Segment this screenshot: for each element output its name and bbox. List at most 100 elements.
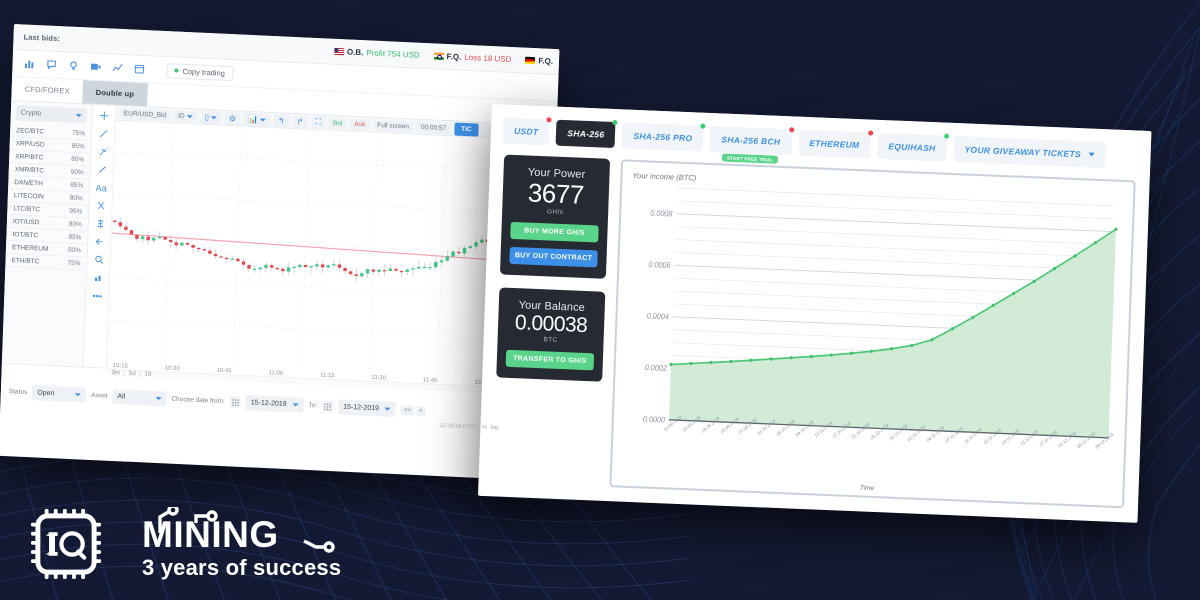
period-option[interactable]: 1d — [139, 370, 152, 378]
tab-double-up[interactable]: Double up — [82, 80, 148, 107]
chevron-down-icon — [155, 396, 162, 401]
status-dot-green-icon — [943, 133, 950, 139]
buy-out-contract-button[interactable]: BUY OUT CONTRACT — [509, 247, 598, 268]
mining-dashboard-window: USDT SHA-256 SHA-256 PRO SHA-256 BCH START F… — [477, 104, 1152, 523]
status-dot-green-icon — [612, 119, 618, 126]
expand-icon[interactable]: ⛶ — [311, 114, 326, 130]
date-to-input[interactable]: 15-12-2019 — [337, 399, 397, 418]
period-option[interactable]: 5d — [123, 369, 136, 377]
scale-percent-toggle[interactable]: % — [482, 424, 487, 430]
status-value: Open — [37, 389, 55, 398]
asset-name: LTC/BTC — [13, 204, 41, 213]
your-balance-card: Your Balance 0.00038 BTC TRANSFER TO GH/… — [496, 287, 606, 383]
asset-name: LITECOIN — [13, 191, 44, 201]
ask-toggle[interactable]: Ask — [350, 118, 370, 131]
bid-toggle[interactable]: Bid — [328, 117, 347, 129]
last-bids-list: O.B. Profit 754 USD F.Q. Loss 18 USD F.Q… — [333, 47, 559, 66]
stats-icon[interactable] — [110, 62, 123, 75]
power-value: 3677 — [527, 177, 585, 210]
buy-more-ghs-button[interactable]: BUY MORE GH/S — [510, 222, 599, 243]
calendar-icon[interactable] — [322, 400, 334, 413]
svg-text:0.0006: 0.0006 — [648, 260, 671, 270]
date-from-label: Choose date from: — [171, 395, 225, 406]
mining-tab-equihash[interactable]: EQUIHASH — [876, 132, 950, 162]
asset-payout: 80% — [71, 155, 85, 163]
zoom-icon[interactable] — [93, 254, 104, 266]
indicators-button[interactable]: 📊 — [243, 112, 271, 127]
chart-icon[interactable] — [22, 57, 35, 70]
power-unit: GH/s — [546, 208, 564, 217]
mining-tab-sha-256[interactable]: SHA-256 — [555, 119, 618, 149]
asset-category-select[interactable]: Crypto — [15, 105, 88, 124]
copy-trading-button[interactable]: Copy trading — [166, 62, 234, 81]
more-options-icon[interactable]: ••• — [92, 290, 103, 302]
status-dot-red-icon — [788, 127, 794, 133]
arrow-left-icon[interactable] — [94, 236, 105, 248]
date-from-input[interactable]: 15-12-2019 — [245, 395, 304, 413]
chat-icon[interactable] — [44, 58, 57, 71]
fullscreen-button[interactable]: Full screen — [373, 119, 414, 133]
brand-name: MINING — [118, 507, 350, 559]
transfer-to-ghs-button[interactable]: TRANSFER TO GH/S — [505, 350, 595, 371]
germany-flag-icon — [525, 56, 536, 65]
income-area-chart[interactable]: 0.0000 0.0002 0.0004 0.0006 0.0008 — [624, 182, 1123, 447]
chart-type-icon[interactable] — [92, 272, 103, 284]
text-icon[interactable]: Aa — [96, 182, 107, 194]
chevron-down-icon — [292, 403, 299, 407]
countdown-timer: 00:00:57 — [416, 121, 451, 134]
crosshair-icon[interactable] — [98, 110, 109, 122]
id-selector[interactable]: ID — [173, 109, 197, 123]
undo-icon[interactable]: ↰ — [273, 113, 289, 128]
tab-cfd-forex[interactable]: CFD/FOREX — [11, 77, 83, 103]
calendar-icon[interactable] — [229, 396, 241, 408]
redo-icon[interactable]: ↱ — [292, 114, 308, 129]
period-option[interactable]: 3m — [111, 369, 120, 375]
asset-category-value: Crypto — [20, 109, 42, 118]
date-to-value: 15-12-2019 — [343, 403, 380, 413]
svg-text:0.0008: 0.0008 — [650, 208, 673, 218]
mining-tab-usdt[interactable]: USDT — [502, 117, 552, 146]
asset-name: XRP/USD — [15, 139, 45, 149]
chevron-down-icon — [75, 393, 82, 397]
bid-entry: F.Q. — [525, 56, 553, 66]
mining-tab-label: EQUIHASH — [888, 141, 936, 154]
date-from-value: 15-12-2019 — [250, 399, 287, 408]
page-first-button[interactable]: << — [400, 404, 415, 416]
mining-tab-sha-256-bch[interactable]: SHA-256 BCH START FREE TRIAL — [709, 125, 794, 164]
instrument-selector[interactable]: EUR/USD_Bid — [119, 107, 171, 121]
status-dot-icon — [174, 68, 179, 73]
fork-icon[interactable] — [97, 146, 108, 158]
calendar-icon[interactable] — [132, 63, 145, 76]
asset-filter-select[interactable]: All — [112, 388, 167, 407]
mining-tab-sha-256-pro[interactable]: SHA-256 PRO — [621, 122, 706, 152]
asset-row[interactable]: ETH/BTC 75% — [5, 253, 87, 271]
status-select[interactable]: Open — [31, 385, 87, 403]
copy-trading-label: Copy trading — [182, 66, 226, 78]
mining-tab-label: SHA-256 BCH — [721, 134, 781, 147]
svg-text:0.0004: 0.0004 — [646, 311, 669, 321]
chevron-down-icon — [210, 115, 218, 119]
trendline-icon[interactable] — [97, 128, 108, 140]
chevron-down-icon — [384, 407, 391, 411]
chevron-down-icon — [75, 113, 82, 118]
scale-log-toggle[interactable]: log — [491, 425, 499, 431]
mining-tab-your-giveaway-tickets[interactable]: YOUR GIVEAWAY TICKETS — [953, 135, 1107, 169]
bid-entry: F.Q. Loss 18 USD — [433, 51, 512, 64]
status-dot-red-icon — [867, 130, 873, 136]
levels-icon[interactable] — [94, 218, 105, 230]
candlestick-type-button[interactable]: ▯ — [200, 110, 222, 125]
us-flag-icon — [333, 47, 345, 56]
measure-icon[interactable] — [95, 200, 106, 212]
status-label: Status — [8, 388, 28, 396]
tab-label: CFD/FOREX — [24, 84, 70, 96]
page-prev-button[interactable]: < — [415, 405, 426, 416]
pen-icon[interactable] — [96, 164, 107, 176]
settings-gear-icon[interactable]: ⚙ — [224, 111, 241, 126]
svg-text:MINING: MINING — [142, 514, 279, 555]
tic-button[interactable]: TIC — [454, 121, 479, 137]
bulb-icon[interactable] — [66, 59, 79, 72]
mining-tab-ethereum[interactable]: ETHEREUM — [797, 129, 873, 159]
mining-content: Your Power 3677 GH/s BUY MORE GH/S BUY O… — [478, 150, 1150, 523]
income-chart-panel: Your income (BTC) 0.0000 0.0002 0.0004 0.00… — [609, 159, 1136, 509]
video-icon[interactable] — [88, 60, 101, 73]
